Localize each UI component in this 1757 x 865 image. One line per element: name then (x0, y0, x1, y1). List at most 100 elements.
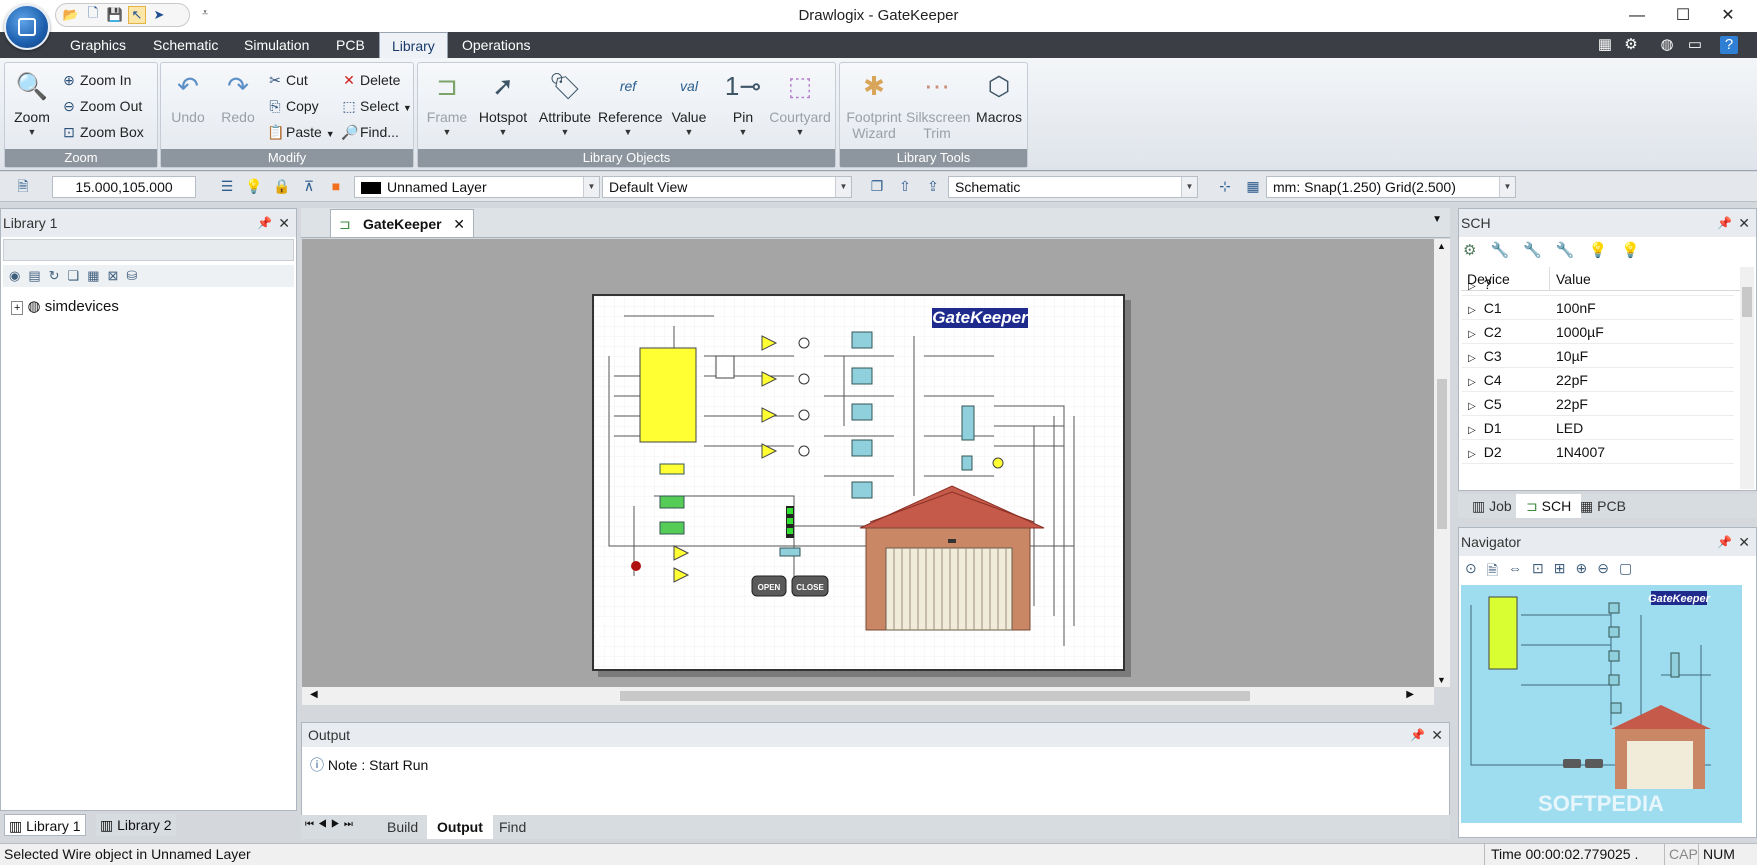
scroll-right-icon[interactable]: ▶ (1406, 689, 1414, 700)
pin-icon[interactable]: 📌 (257, 209, 272, 237)
coordinates-field[interactable]: 15.000,105.000 (52, 176, 196, 198)
pin-layer-icon[interactable]: ⊼ (300, 177, 318, 195)
minimize-button[interactable]: — (1614, 4, 1660, 28)
application-menu-button[interactable] (4, 4, 50, 50)
zoom-fit-icon[interactable]: ⊙ (1465, 560, 1477, 584)
scroll-up-icon[interactable]: ▲ (1437, 241, 1446, 251)
table-row[interactable]: ▷ C5 22pF (1462, 392, 1734, 416)
canvas-horizontal-scrollbar[interactable]: ◀ ▶ (302, 687, 1434, 705)
tab-graphics[interactable]: Graphics (58, 32, 138, 58)
tab-build[interactable]: Build (377, 815, 428, 839)
paste-button[interactable]: 📋 Paste ▼ (267, 121, 335, 143)
library-database-icon[interactable]: ⛁ (126, 268, 137, 284)
layers-icon[interactable]: ☰ (218, 177, 236, 195)
chevron-right-icon[interactable]: ▷ (1468, 377, 1476, 388)
maximize-button[interactable]: ☐ (1660, 4, 1706, 28)
wrench-blue-icon[interactable]: 🔧 (1523, 241, 1542, 259)
layer-color-icon[interactable]: ■ (327, 177, 345, 195)
library-filter-combo[interactable] (3, 239, 294, 261)
chevron-right-icon[interactable]: ▷ (1468, 329, 1476, 340)
value-button[interactable]: val Value ▼ (664, 67, 714, 137)
tab-library-2[interactable]: ▥ Library 2 (96, 814, 176, 836)
schematic-sheet[interactable]: GateKeeper OPEN CLOSE (592, 294, 1125, 671)
select-button[interactable]: ⬚ Select ▼ (341, 95, 411, 117)
pin-button[interactable]: 1⊸ Pin ▼ (718, 67, 768, 138)
tab-schematic[interactable]: Schematic (141, 32, 230, 58)
macros-button[interactable]: ⬡ Macros (974, 67, 1024, 126)
scroll-left-icon[interactable]: ◀ (310, 689, 318, 700)
zoom-page-icon[interactable]: 🗎 (1487, 560, 1498, 584)
import-view-icon[interactable]: ⇪ (924, 177, 942, 195)
vertical-scroll-thumb[interactable] (1437, 379, 1447, 529)
help-icon[interactable]: ? (1720, 36, 1738, 54)
sch-scrollbar[interactable] (1740, 267, 1754, 489)
close-icon[interactable]: ✕ (1431, 723, 1443, 747)
pin-icon[interactable]: 📌 (1717, 528, 1732, 556)
chevron-down-icon[interactable]: ▼ (1432, 214, 1442, 225)
output-nav-arrows-icon[interactable]: ⏮◀▶⏭ (305, 819, 357, 830)
close-icon[interactable]: ✕ (1738, 209, 1750, 237)
sch-component-icon[interactable]: ⚙ (1463, 241, 1476, 259)
tab-find[interactable]: Find (489, 815, 536, 839)
tab-gatekeeper[interactable]: ⊐ GateKeeper ✕ (330, 209, 474, 237)
mode-select[interactable]: Schematic ▼ (948, 176, 1198, 198)
courtyard-button[interactable]: ⬚ Courtyard ▼ (766, 67, 834, 138)
tab-simulation[interactable]: Simulation (232, 32, 321, 58)
table-row[interactable]: ▷ C2 1000µF (1462, 320, 1734, 344)
tab-output[interactable]: Output (427, 815, 493, 839)
chevron-right-icon[interactable]: ▷ (1468, 353, 1476, 364)
chevron-right-icon[interactable]: ▷ (1468, 401, 1476, 412)
chevron-right-icon[interactable]: ▷ (1468, 305, 1476, 316)
table-row[interactable]: ▷? (1462, 272, 1734, 296)
tab-pcb-panel[interactable]: ▦ PCB (1570, 494, 1636, 518)
library-tree-item[interactable]: + ◍ simdevices (11, 297, 119, 315)
frame-button[interactable]: ⊐ Frame ▼ (422, 67, 472, 138)
library-open-icon[interactable]: ◉ (9, 268, 20, 284)
zoom-width-icon[interactable]: ⇔ (1508, 560, 1522, 584)
chevron-right-icon[interactable]: ▷ (1468, 449, 1476, 460)
copy-button[interactable]: ⎘ Copy (267, 95, 318, 117)
redo-button[interactable]: ↷ Redo (213, 67, 263, 126)
calculator-icon[interactable]: ▦ (1596, 36, 1614, 54)
export-view-icon[interactable]: ⇧ (896, 177, 914, 195)
zoom-reset-icon[interactable]: ▢ (1619, 560, 1632, 584)
window-layout-icon[interactable]: ▭ (1686, 36, 1704, 54)
settings-gear-icon[interactable]: ⚙ (1622, 36, 1640, 54)
zoom-area-icon[interactable]: ⊡ (1532, 560, 1544, 584)
zoom-in-button[interactable]: ⊕ Zoom In (61, 69, 131, 91)
reference-button[interactable]: ref Reference ▼ (598, 67, 663, 137)
table-row[interactable]: ▷ C3 10µF (1462, 344, 1734, 368)
wrench-green-icon[interactable]: 🔧 (1556, 241, 1575, 259)
lock-icon[interactable]: 🔒 (273, 177, 291, 195)
view-select[interactable]: Default View ▼ (602, 176, 852, 198)
close-icon[interactable]: ✕ (1738, 528, 1750, 556)
horizontal-scroll-thumb[interactable] (620, 691, 1250, 701)
library-grid-icon[interactable]: ▦ (87, 268, 99, 284)
close-icon[interactable]: ✕ (453, 210, 465, 238)
tab-pcb[interactable]: PCB (324, 32, 377, 58)
footprint-wizard-button[interactable]: ✱ Footprint Wizard (844, 67, 904, 142)
chevron-right-icon[interactable]: ▷ (1468, 281, 1476, 292)
probe-blue-icon[interactable]: 💡 (1589, 241, 1608, 259)
table-row[interactable]: ▷ D2 1N4007 (1462, 440, 1734, 464)
zoom-button[interactable]: 🔍 Zoom ▼ (7, 67, 57, 138)
microcontroller-ic[interactable] (639, 347, 697, 443)
close-window-button[interactable]: ✕ (1705, 4, 1751, 28)
navigator-preview[interactable]: GateKeeper SOFTPEDIA (1461, 585, 1742, 823)
table-row[interactable]: ▷ C1 100nF (1462, 296, 1734, 320)
zoom-out-button[interactable]: ⊖ Zoom Out (61, 95, 142, 117)
delete-button[interactable]: ✕ Delete (341, 69, 400, 91)
pin-icon[interactable]: 📌 (1717, 209, 1732, 237)
undo-button[interactable]: ↶ Undo (163, 67, 213, 126)
cut-button[interactable]: ✂ Cut (267, 69, 308, 91)
zoom-in-icon[interactable]: ⊕ (1575, 560, 1587, 584)
find-button[interactable]: 🔎 Find... (341, 121, 399, 143)
table-row[interactable]: ▷ D1 LED (1462, 416, 1734, 440)
scroll-down-icon[interactable]: ▼ (1437, 675, 1446, 685)
wrench-icon[interactable]: 🔧 (1490, 241, 1509, 259)
zoom-select-icon[interactable]: ⊞ (1554, 560, 1566, 584)
expand-icon[interactable]: + (11, 301, 24, 315)
zoom-box-button[interactable]: ⊡ Zoom Box (61, 121, 144, 143)
copy-view-icon[interactable]: ❐ (868, 177, 886, 195)
pin-icon[interactable]: 📌 (1410, 723, 1425, 747)
